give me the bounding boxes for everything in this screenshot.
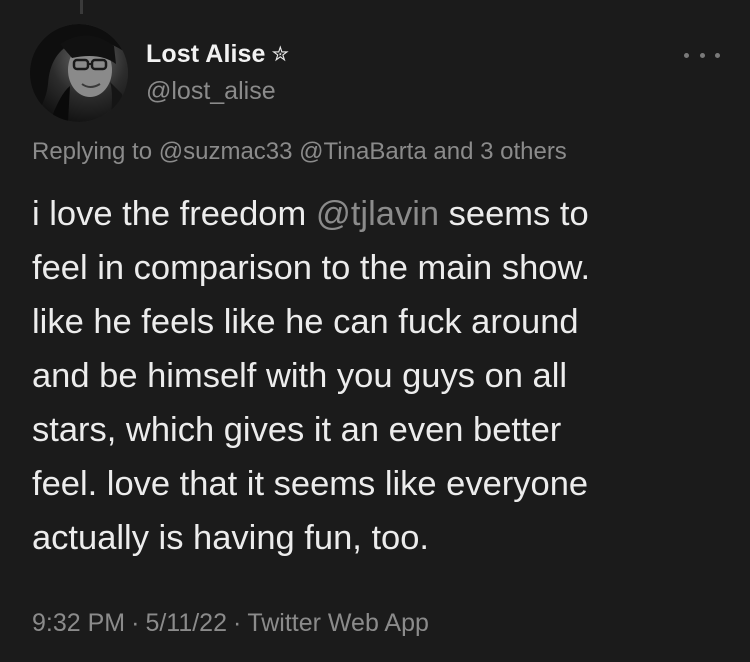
avatar[interactable]	[30, 24, 128, 122]
more-options-button[interactable]	[684, 48, 720, 62]
star-icon: ✮	[271, 43, 290, 66]
tweet-metadata: 9:32 PM · 5/11/22 · Twitter Web App	[32, 609, 429, 638]
more-horizontal-icon-dot	[699, 52, 705, 58]
tweet-text-line: and be himself with you guys on all	[32, 357, 568, 395]
reply-prefix: Replying to	[32, 138, 153, 165]
avatar-image	[30, 24, 128, 122]
tweet-text-line: feel in comparison to the main show.	[32, 249, 591, 287]
reply-mention-link[interactable]: @suzmac33	[159, 138, 293, 165]
reply-mention-link[interactable]: @TinaBarta	[299, 138, 427, 165]
tweet-source-link[interactable]: Twitter Web App	[247, 609, 429, 637]
tweet-text-line: i love the freedom @tjlavin seems to	[32, 187, 732, 241]
tweet-text-segment: i love the freedom	[32, 195, 307, 233]
tweet-time[interactable]: 9:32 PM	[32, 609, 125, 637]
reply-others-link[interactable]: and 3 others	[433, 138, 566, 165]
reply-context: Replying to @suzmac33 @TinaBarta and 3 o…	[32, 138, 567, 166]
meta-separator: ·	[131, 609, 140, 637]
meta-separator: ·	[233, 609, 242, 637]
tweet-date[interactable]: 5/11/22	[145, 609, 227, 637]
tweet-text-line: actually is having fun, too.	[32, 519, 429, 557]
tweet-text-line: stars, which gives it an even better	[32, 411, 562, 449]
more-horizontal-icon-dot	[715, 52, 720, 58]
tweet-text-line: like he feels like he can fuck around	[32, 303, 579, 341]
author-handle[interactable]: @lost_alise	[146, 77, 276, 106]
more-horizontal-icon-dot	[684, 52, 689, 58]
thread-connector-line	[80, 0, 83, 14]
mention-link[interactable]: @tjlavin	[316, 195, 439, 233]
author-name-row[interactable]: Lost Alise ✮	[146, 40, 289, 69]
tweet-text-line: feel. love that it seems like everyone	[32, 465, 589, 503]
tweet-text: i love the freedom @tjlavin seems to fee…	[32, 187, 732, 565]
tweet-text-segment: seems to	[448, 195, 589, 233]
author-display-name[interactable]: Lost Alise	[146, 40, 266, 69]
